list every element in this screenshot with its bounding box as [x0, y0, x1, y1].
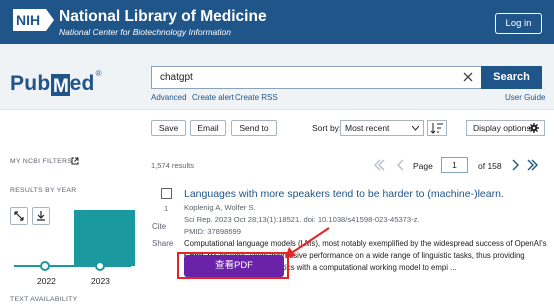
next-page-icon[interactable]	[508, 158, 522, 172]
search-input[interactable]: chatgpt	[151, 66, 481, 89]
pubmed-logo-pub: Pub	[10, 72, 51, 95]
result-snippet-line-1: Computational language models (LMs), mos…	[184, 239, 547, 248]
display-options-button[interactable]: Display options	[466, 120, 545, 136]
previous-page-icon[interactable]	[394, 158, 408, 172]
pubmed-logo-med: M	[50, 74, 70, 97]
year-label-2023: 2023	[91, 276, 110, 286]
pubmed-logo-ed: ed	[69, 72, 95, 95]
sort-descending-icon	[430, 123, 443, 134]
slider-handle-left	[40, 261, 50, 271]
advanced-search-link[interactable]: Advanced	[151, 93, 187, 102]
results-count: 1,574 results	[151, 161, 194, 170]
my-ncbi-filters-label[interactable]: MY NCBI FILTERS	[10, 158, 72, 165]
nih-logo[interactable]: NIH	[13, 9, 54, 31]
first-page-icon[interactable]	[372, 158, 386, 172]
svg-text:M: M	[53, 76, 69, 96]
clear-search-icon[interactable]	[461, 70, 475, 84]
chevron-down-icon	[412, 125, 419, 131]
last-page-icon[interactable]	[526, 158, 540, 172]
expand-icon	[14, 211, 24, 221]
search-area: Pub M ed® chatgpt Search Advanced Create…	[0, 44, 554, 110]
sort-select-value: Most recent	[345, 123, 390, 133]
result-title-link[interactable]: Languages with more speakers tend to be …	[184, 188, 504, 200]
download-icon	[37, 211, 45, 221]
year-label-2022: 2022	[37, 276, 56, 286]
create-alert-link[interactable]: Create alert	[192, 93, 234, 102]
result-authors: Koplenig A, Wolfer S.	[184, 203, 256, 212]
results-by-year-label: RESULTS BY YEAR	[10, 187, 77, 194]
share-button[interactable]: Share	[152, 239, 173, 248]
create-rss-link[interactable]: Create RSS	[235, 93, 278, 102]
annotation-arrow-icon	[285, 227, 330, 258]
sort-by-label: Sort by:	[312, 123, 342, 133]
cite-button[interactable]: Cite	[152, 222, 166, 231]
login-button[interactable]: Log in	[495, 13, 542, 34]
nih-logo-text: NIH	[16, 12, 40, 28]
result-checkbox[interactable]	[161, 188, 172, 199]
display-options-label: Display options	[473, 123, 531, 133]
download-chart-button[interactable]	[32, 207, 50, 225]
external-link-icon[interactable]	[71, 157, 79, 165]
user-guide-link[interactable]: User Guide	[505, 93, 545, 102]
nih-title[interactable]: National Library of Medicine	[59, 8, 267, 26]
text-availability-label: TEXT AVAILABILITY	[10, 296, 78, 303]
save-button[interactable]: Save	[151, 120, 186, 136]
gear-icon	[529, 123, 539, 133]
result-citation: Sci Rep. 2023 Oct 28;13(1):18521. doi: 1…	[184, 215, 420, 224]
nih-header: NIH National Library of Medicine Nationa…	[0, 0, 554, 44]
registered-mark: ®	[95, 69, 102, 78]
sort-select[interactable]: Most recent	[340, 120, 424, 136]
send-to-button[interactable]: Send to	[231, 120, 277, 136]
results-by-year-chart	[14, 210, 135, 271]
page-number-input[interactable]: 1	[441, 157, 468, 173]
email-button[interactable]: Email	[190, 120, 226, 136]
sort-order-button[interactable]	[427, 120, 447, 136]
annotation-highlight-box	[177, 252, 289, 279]
year-bar-2023	[74, 210, 135, 266]
nih-subtitle: National Center for Biotechnology Inform…	[59, 27, 231, 37]
pubmed-logo[interactable]: Pub M ed®	[10, 69, 102, 97]
search-button[interactable]: Search	[481, 66, 542, 89]
result-pmid: PMID: 37898699	[184, 227, 241, 236]
page-label: Page	[413, 161, 433, 171]
total-pages-label: of 158	[478, 161, 502, 171]
slider-handle-right	[95, 261, 105, 271]
expand-chart-button[interactable]	[10, 207, 28, 225]
result-number: 1	[164, 204, 169, 213]
